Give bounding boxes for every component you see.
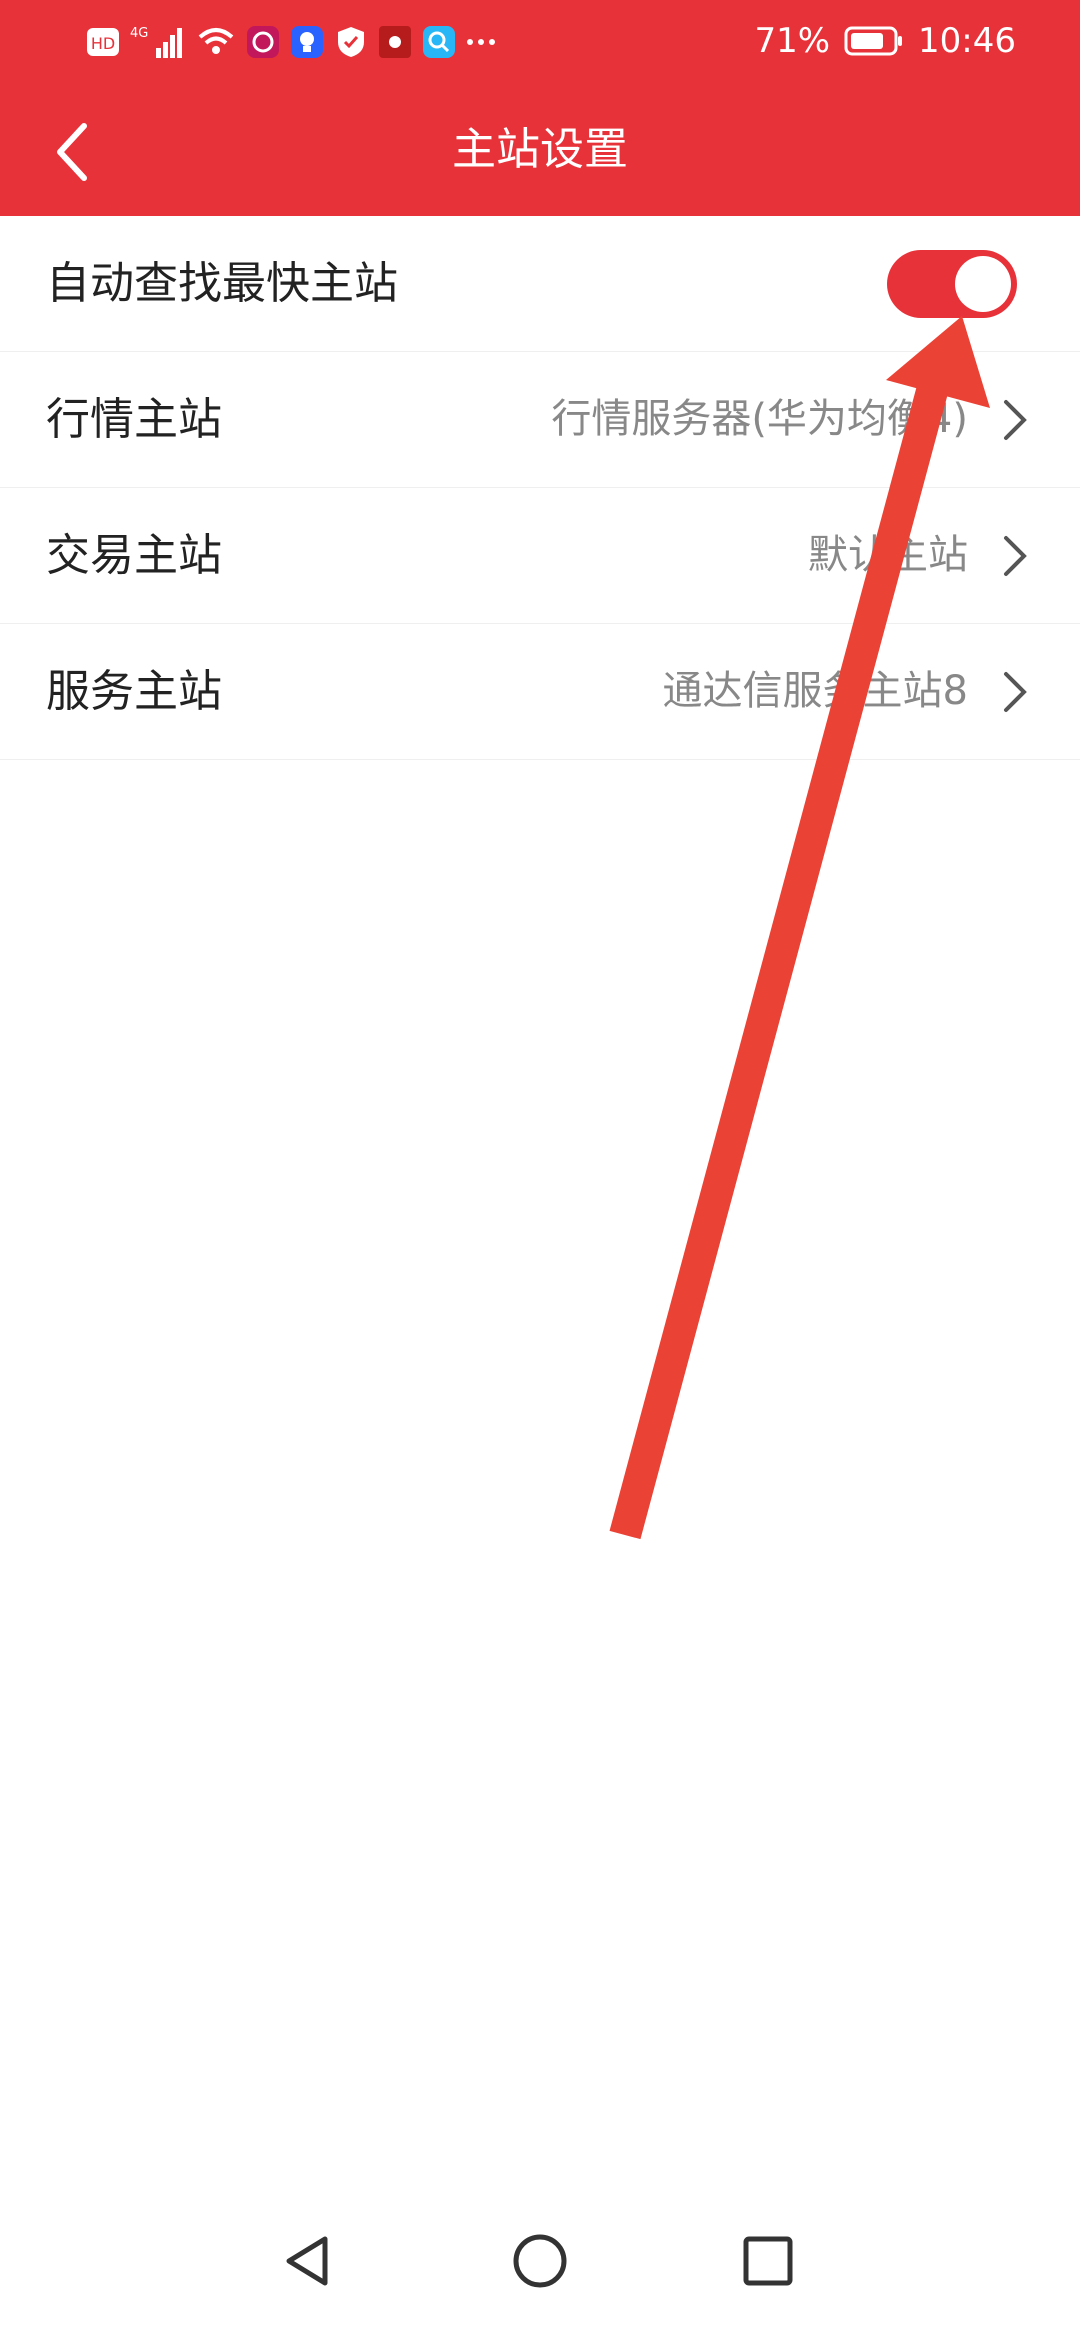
page-title: 主站设置	[452, 124, 628, 175]
nav-recent-button[interactable]	[723, 2216, 813, 2306]
signal-icon: 4G	[130, 24, 186, 60]
more-icon	[466, 24, 496, 60]
nav-back-button[interactable]	[262, 2216, 352, 2306]
home-circle-icon	[513, 2234, 567, 2288]
record-icon	[378, 24, 412, 60]
nav-home-button[interactable]	[495, 2216, 585, 2306]
toggle-knob	[955, 256, 1011, 312]
svg-text:HD: HD	[91, 34, 115, 53]
service-server-value: 通达信服务主站8	[662, 668, 968, 714]
battery-percent: 71%	[754, 21, 831, 61]
trade-server-value: 默认主站	[808, 532, 968, 578]
wifi-icon	[196, 24, 236, 60]
trade-server-label: 交易主站	[46, 530, 222, 581]
status-right: 71% 10:46	[754, 16, 1016, 66]
back-triangle-icon	[286, 2236, 328, 2286]
shield-icon	[334, 24, 368, 60]
service-server-label: 服务主站	[46, 666, 222, 717]
system-nav-bar	[0, 2190, 1080, 2340]
svg-text:4G: 4G	[130, 26, 148, 41]
market-server-label: 行情主站	[46, 394, 222, 445]
hd-icon: HD	[86, 24, 120, 60]
setting-trade-server[interactable]: 交易主站 默认主站	[0, 488, 1080, 624]
auto-find-toggle[interactable]	[887, 250, 1017, 318]
status-left: HD 4G	[86, 18, 496, 66]
battery-icon	[844, 23, 904, 59]
clock: 10:46	[918, 21, 1016, 61]
setting-service-server[interactable]: 服务主站 通达信服务主站8	[0, 624, 1080, 760]
app-bar: HD 4G 71% 10:46 主站设置	[0, 0, 1080, 216]
auto-find-label: 自动查找最快主站	[46, 258, 398, 309]
recent-square-icon	[743, 2236, 793, 2286]
chevron-right-icon	[1004, 536, 1027, 576]
bulb-icon	[290, 24, 324, 60]
chevron-right-icon	[1004, 672, 1027, 712]
app-icon	[246, 24, 280, 60]
chevron-right-icon	[1004, 400, 1027, 440]
market-server-value: 行情服务器(华为均衡4)	[551, 396, 968, 442]
search-icon	[422, 24, 456, 60]
setting-market-server[interactable]: 行情主站 行情服务器(华为均衡4)	[0, 352, 1080, 488]
status-bar: HD 4G 71% 10:46	[0, 0, 1080, 82]
